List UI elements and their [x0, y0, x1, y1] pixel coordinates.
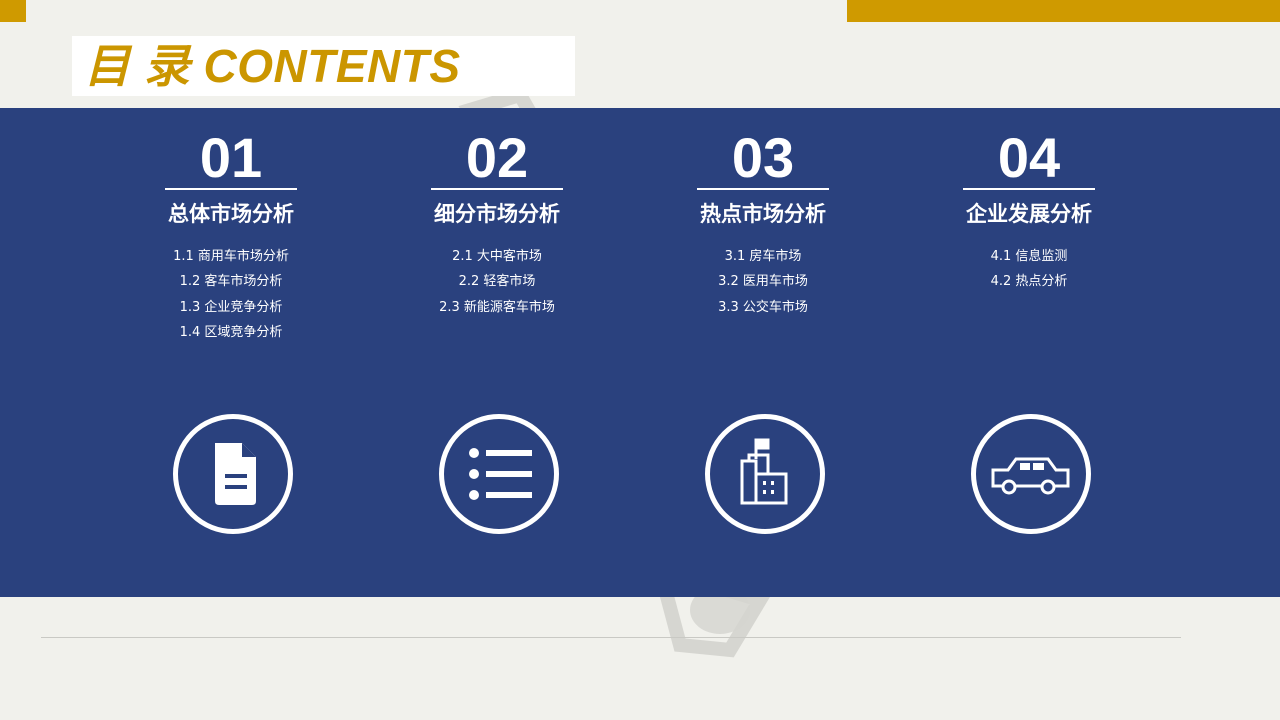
section-item[interactable]: 1.4 区域竞争分析: [98, 320, 364, 345]
section-item-list: 2.1 大中客市场 2.2 轻客市场 2.3 新能源客车市场: [364, 244, 630, 320]
section-divider: [431, 188, 563, 190]
section-number: 03: [731, 126, 795, 189]
top-right-accent-bar: [847, 0, 1280, 22]
contents-band: 01 总体市场分析 1.1 商用车市场分析 1.2 客车市场分析 1.3 企业竞…: [0, 108, 1280, 597]
section-item[interactable]: 2.2 轻客市场: [364, 269, 630, 294]
section-item[interactable]: 3.1 房车市场: [630, 244, 896, 269]
title-banner: 目 录 CONTENTS: [72, 36, 575, 96]
section-divider: [165, 188, 297, 190]
section-number: 01: [199, 126, 263, 189]
document-icon: [173, 414, 293, 534]
section-title: 细分市场分析: [434, 202, 560, 226]
section-title: 热点市场分析: [700, 202, 826, 226]
section-item[interactable]: 4.2 热点分析: [896, 269, 1162, 294]
list-icon: [439, 414, 559, 534]
page-title: 目 录 CONTENTS: [84, 40, 461, 92]
section-item[interactable]: 1.2 客车市场分析: [98, 269, 364, 294]
section-number: 04: [997, 126, 1061, 189]
building-flag-icon: [705, 414, 825, 534]
section-item[interactable]: 1.3 企业竞争分析: [98, 295, 364, 320]
section-divider: [697, 188, 829, 190]
car-icon: [971, 414, 1091, 534]
section-item[interactable]: 3.3 公交车市场: [630, 295, 896, 320]
section-divider: [963, 188, 1095, 190]
section-item[interactable]: 2.1 大中客市场: [364, 244, 630, 269]
section-item-list: 3.1 房车市场 3.2 医用车市场 3.3 公交车市场: [630, 244, 896, 320]
section-item[interactable]: 3.2 医用车市场: [630, 269, 896, 294]
top-left-accent-bar: [0, 0, 26, 22]
section-number: 02: [465, 126, 529, 189]
section-item[interactable]: 1.1 商用车市场分析: [98, 244, 364, 269]
section-title: 总体市场分析: [168, 202, 294, 226]
section-title: 企业发展分析: [966, 202, 1092, 226]
section-item-list: 1.1 商用车市场分析 1.2 客车市场分析 1.3 企业竞争分析 1.4 区域…: [98, 244, 364, 345]
footer-divider: [41, 637, 1181, 638]
section-item-list: 4.1 信息监测 4.2 热点分析: [896, 244, 1162, 295]
section-item[interactable]: 2.3 新能源客车市场: [364, 295, 630, 320]
section-item[interactable]: 4.1 信息监测: [896, 244, 1162, 269]
